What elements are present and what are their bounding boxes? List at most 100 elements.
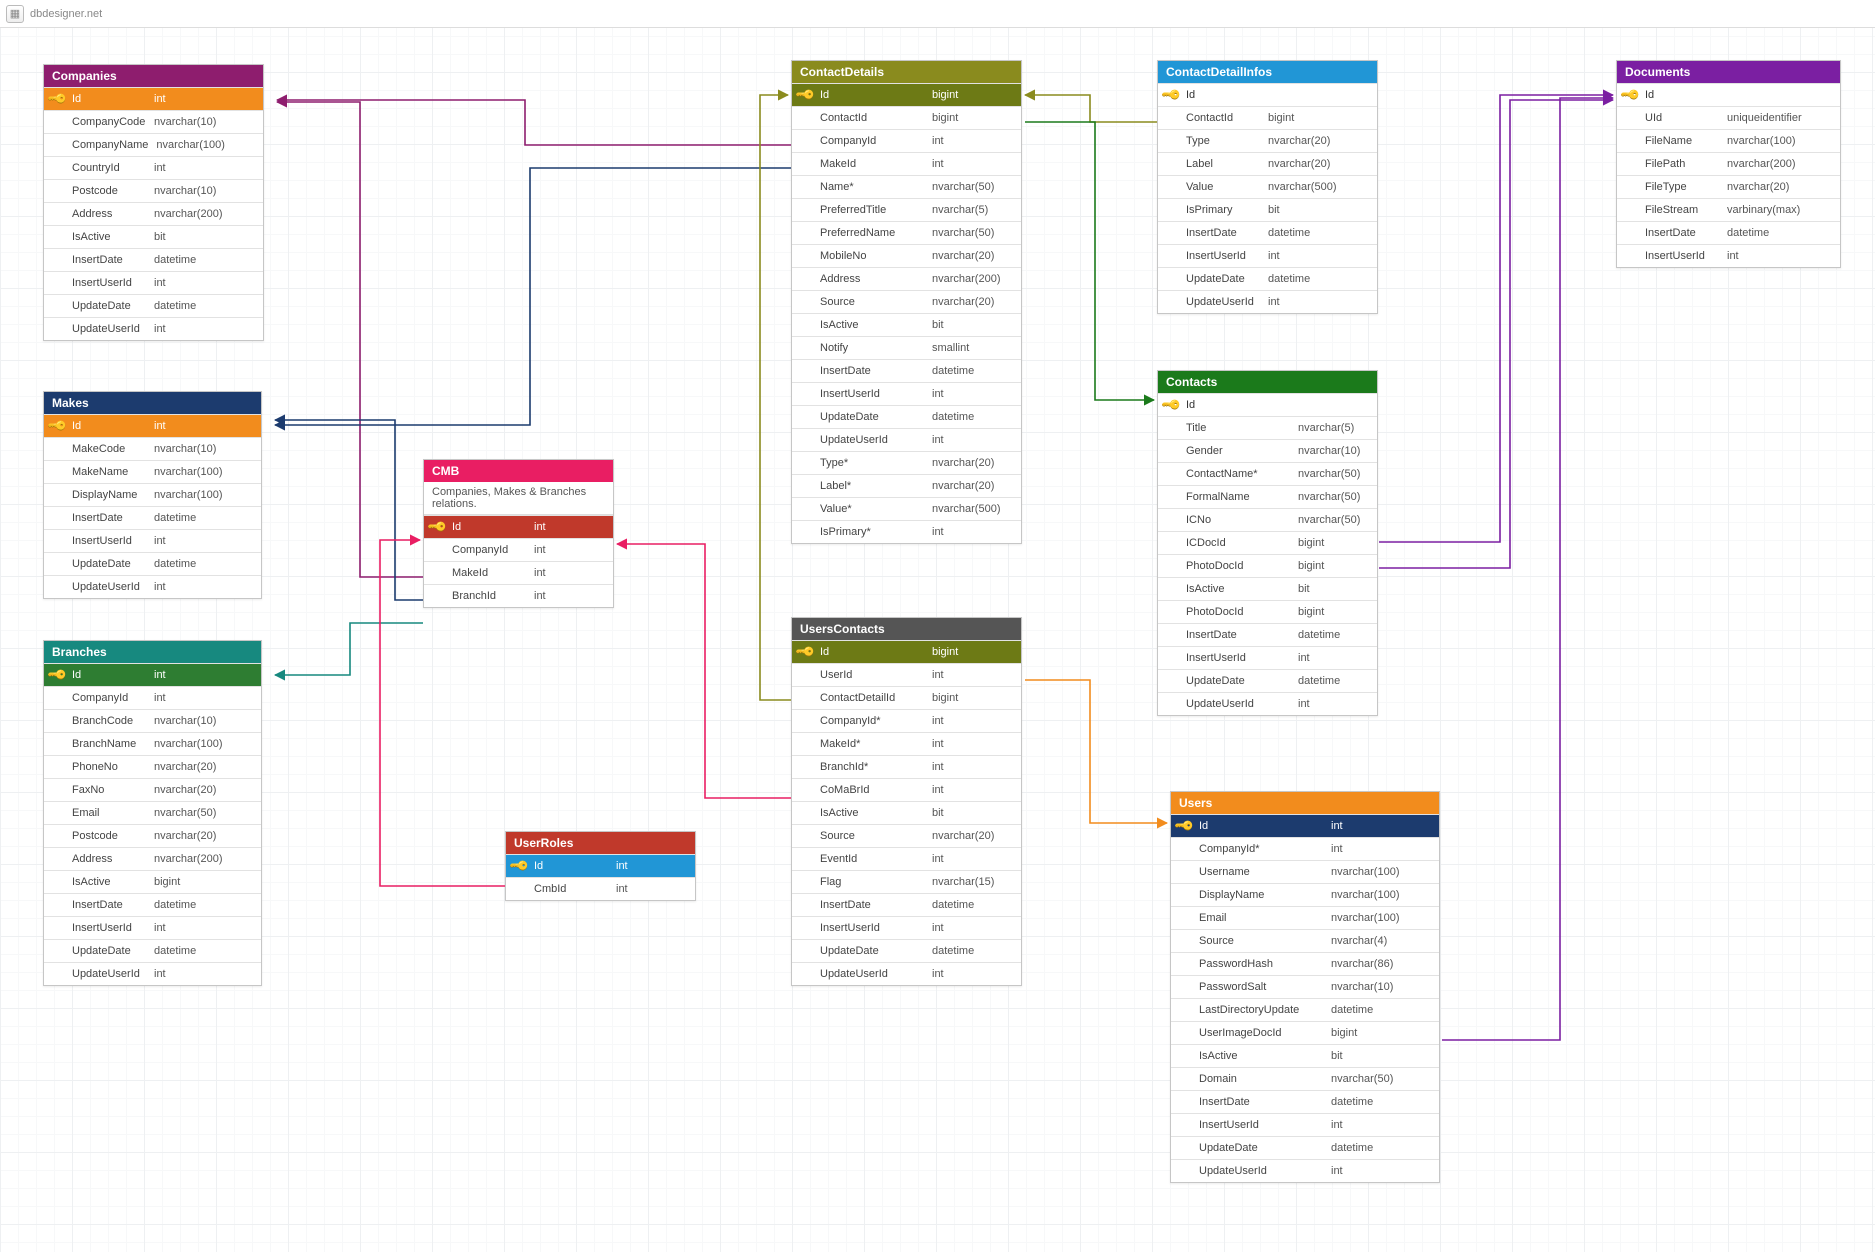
table-row[interactable]: 🔑Idint: [44, 87, 263, 110]
table-row[interactable]: InsertDatedatetime: [792, 893, 1021, 916]
table-row[interactable]: CompanyId*int: [792, 709, 1021, 732]
table-row[interactable]: 🔑Idbigint: [792, 83, 1021, 106]
table-row[interactable]: PasswordSaltnvarchar(10): [1171, 975, 1439, 998]
table-row[interactable]: InsertUserIdint: [1158, 646, 1377, 669]
table-row[interactable]: Addressnvarchar(200): [44, 202, 263, 225]
table-row[interactable]: PhotoDocIdbigint: [1158, 600, 1377, 623]
table-row[interactable]: Addressnvarchar(200): [792, 267, 1021, 290]
table-row[interactable]: Usernamenvarchar(100): [1171, 860, 1439, 883]
table-row[interactable]: PreferredTitlenvarchar(5): [792, 198, 1021, 221]
table-header[interactable]: Makes: [44, 392, 261, 414]
table-row[interactable]: InsertUserIdint: [44, 271, 263, 294]
table-row[interactable]: PreferredNamenvarchar(50): [792, 221, 1021, 244]
table-row[interactable]: CompanyIdint: [792, 129, 1021, 152]
table-row[interactable]: ContactIdbigint: [792, 106, 1021, 129]
table-row[interactable]: FileTypenvarchar(20): [1617, 175, 1840, 198]
table-row[interactable]: BranchId*int: [792, 755, 1021, 778]
table-row[interactable]: FaxNonvarchar(20): [44, 778, 261, 801]
table-row[interactable]: InsertUserIdint: [44, 916, 261, 939]
table-row[interactable]: Emailnvarchar(100): [1171, 906, 1439, 929]
table-contactdetails[interactable]: ContactDetails🔑IdbigintContactIdbigintCo…: [791, 60, 1022, 544]
table-row[interactable]: CountryIdint: [44, 156, 263, 179]
table-header[interactable]: UsersContacts: [792, 618, 1021, 640]
table-row[interactable]: UpdateDatedatetime: [44, 939, 261, 962]
table-row[interactable]: InsertUserIdint: [792, 382, 1021, 405]
table-row[interactable]: 🔑Idint: [506, 854, 695, 877]
table-row[interactable]: Gendernvarchar(10): [1158, 439, 1377, 462]
table-row[interactable]: DisplayNamenvarchar(100): [44, 483, 261, 506]
table-header[interactable]: Documents: [1617, 61, 1840, 83]
table-row[interactable]: 🔑Idint: [424, 515, 613, 538]
table-row[interactable]: CompanyIdint: [424, 538, 613, 561]
table-row[interactable]: FormalNamenvarchar(50): [1158, 485, 1377, 508]
table-row[interactable]: InsertUserIdint: [792, 916, 1021, 939]
table-row[interactable]: Flagnvarchar(15): [792, 870, 1021, 893]
table-row[interactable]: MakeId*int: [792, 732, 1021, 755]
table-row[interactable]: InsertUserIdint: [44, 529, 261, 552]
table-documents[interactable]: Documents🔑IdbigintUIduniqueidentifierFil…: [1616, 60, 1841, 268]
table-row[interactable]: MobileNonvarchar(20): [792, 244, 1021, 267]
table-row[interactable]: InsertDatedatetime: [44, 506, 261, 529]
table-row[interactable]: UpdateUserIdint: [44, 962, 261, 985]
table-row[interactable]: ICDocIdbigint: [1158, 531, 1377, 554]
table-row[interactable]: Domainnvarchar(50): [1171, 1067, 1439, 1090]
table-row[interactable]: Name*nvarchar(50): [792, 175, 1021, 198]
table-branches[interactable]: Branches🔑IdintCompanyIdintBranchCodenvar…: [43, 640, 262, 986]
table-row[interactable]: 🔑Idint: [44, 663, 261, 686]
table-row[interactable]: InsertUserIdint: [1617, 244, 1840, 267]
table-row[interactable]: ContactDetailIdbigint: [792, 686, 1021, 709]
table-row[interactable]: BranchCodenvarchar(10): [44, 709, 261, 732]
table-row[interactable]: BranchIdint: [424, 584, 613, 607]
table-row[interactable]: ContactName*nvarchar(50): [1158, 462, 1377, 485]
table-row[interactable]: UpdateDatedatetime: [1158, 669, 1377, 692]
table-row[interactable]: ICNonvarchar(50): [1158, 508, 1377, 531]
table-row[interactable]: InsertUserIdint: [1158, 244, 1377, 267]
table-row[interactable]: UpdateDatedatetime: [1171, 1136, 1439, 1159]
table-row[interactable]: UpdateUserIdint: [792, 428, 1021, 451]
table-row[interactable]: UserImageDocIdbigint: [1171, 1021, 1439, 1044]
table-row[interactable]: UpdateUserIdint: [1171, 1159, 1439, 1182]
table-row[interactable]: UserIdint: [792, 663, 1021, 686]
table-row[interactable]: CompanyCodenvarchar(10): [44, 110, 263, 133]
table-header[interactable]: ContactDetailInfos: [1158, 61, 1377, 83]
table-row[interactable]: UpdateDatedatetime: [792, 939, 1021, 962]
table-row[interactable]: Sourcenvarchar(4): [1171, 929, 1439, 952]
table-row[interactable]: InsertDatedatetime: [792, 359, 1021, 382]
table-header[interactable]: Companies: [44, 65, 263, 87]
table-row[interactable]: Valuenvarchar(500): [1158, 175, 1377, 198]
table-header[interactable]: Users: [1171, 792, 1439, 814]
table-row[interactable]: IsActivebigint: [44, 870, 261, 893]
table-row[interactable]: CoMaBrIdint: [792, 778, 1021, 801]
table-makes[interactable]: Makes🔑IdintMakeCodenvarchar(10)MakeNamen…: [43, 391, 262, 599]
table-header[interactable]: CMB: [424, 460, 613, 482]
table-row[interactable]: Notifysmallint: [792, 336, 1021, 359]
table-contactdetailinfos[interactable]: ContactDetailInfos🔑IdintContactIdbigintT…: [1157, 60, 1378, 314]
table-row[interactable]: InsertDatedatetime: [44, 893, 261, 916]
table-row[interactable]: DisplayNamenvarchar(100): [1171, 883, 1439, 906]
table-row[interactable]: UpdateDatedatetime: [44, 552, 261, 575]
table-row[interactable]: Labelnvarchar(20): [1158, 152, 1377, 175]
table-userroles[interactable]: UserRoles🔑IdintCmbIdint: [505, 831, 696, 901]
table-row[interactable]: CmbIdint: [506, 877, 695, 900]
table-row[interactable]: LastDirectoryUpdatedatetime: [1171, 998, 1439, 1021]
table-row[interactable]: MakeNamenvarchar(100): [44, 460, 261, 483]
table-row[interactable]: 🔑Idbigint: [792, 640, 1021, 663]
table-row[interactable]: FilePathnvarchar(200): [1617, 152, 1840, 175]
table-row[interactable]: Value*nvarchar(500): [792, 497, 1021, 520]
table-row[interactable]: IsPrimary*int: [792, 520, 1021, 543]
table-row[interactable]: InsertDatedatetime: [1158, 623, 1377, 646]
table-row[interactable]: InsertUserIdint: [1171, 1113, 1439, 1136]
table-row[interactable]: Addressnvarchar(200): [44, 847, 261, 870]
table-row[interactable]: UpdateUserIdint: [1158, 290, 1377, 313]
table-row[interactable]: UIduniqueidentifier: [1617, 106, 1840, 129]
table-row[interactable]: InsertDatedatetime: [1171, 1090, 1439, 1113]
table-row[interactable]: MakeIdint: [792, 152, 1021, 175]
table-header[interactable]: ContactDetails: [792, 61, 1021, 83]
diagram-canvas[interactable]: Companies🔑IdintCompanyCodenvarchar(10)Co…: [0, 0, 1875, 1252]
table-row[interactable]: Postcodenvarchar(20): [44, 824, 261, 847]
table-row[interactable]: IsActivebit: [1158, 577, 1377, 600]
table-row[interactable]: IsActivebit: [792, 801, 1021, 824]
table-header[interactable]: Contacts: [1158, 371, 1377, 393]
table-row[interactable]: InsertDatedatetime: [1158, 221, 1377, 244]
table-userscontacts[interactable]: UsersContacts🔑IdbigintUserIdintContactDe…: [791, 617, 1022, 986]
